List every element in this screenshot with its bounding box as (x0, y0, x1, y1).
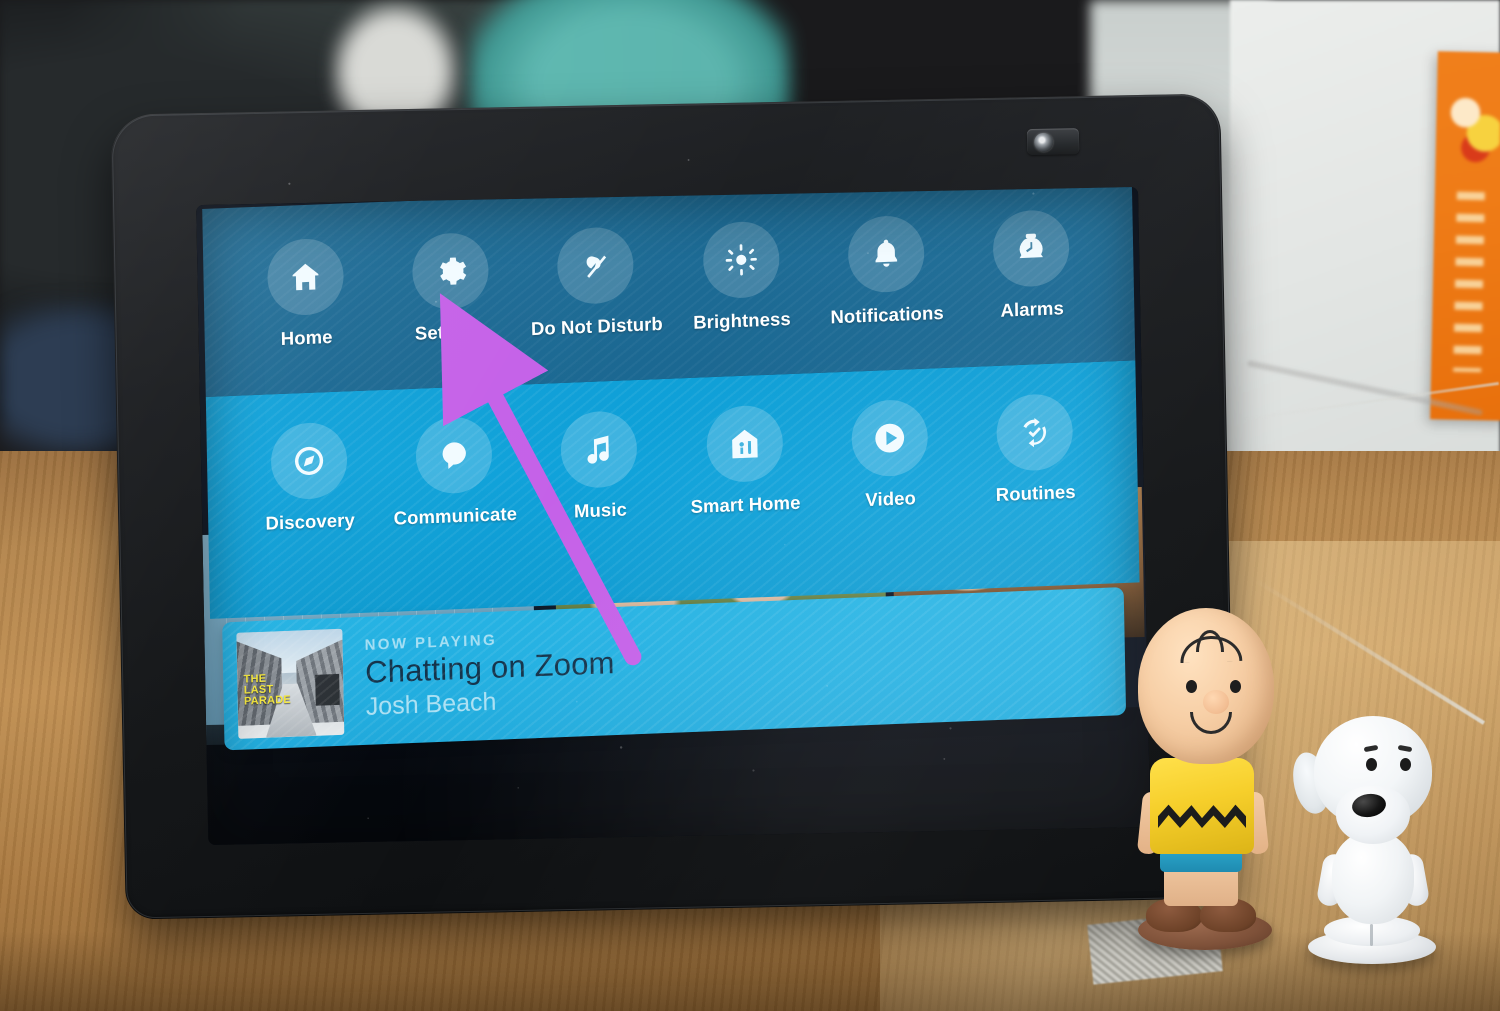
routines-refresh-check-icon (1023, 418, 1046, 448)
tile-do-not-disturb[interactable]: Do Not Disturb (529, 225, 663, 340)
quick-settings-overlay: Home Settings Do Not Disturb Brightness … (202, 187, 1142, 771)
figurine-smile (1190, 712, 1232, 734)
figurine-eye-left (1186, 680, 1197, 693)
tile-brightness[interactable]: Brightness (674, 219, 808, 334)
tile-smart-home[interactable]: Smart Home (678, 403, 812, 518)
routines-refresh-check-icon-bubble (995, 392, 1074, 472)
smart-display-device: Home Settings Do Not Disturb Brightness … (110, 93, 1236, 920)
snoopy-brow-right (1397, 744, 1413, 753)
snoopy-brow-left (1363, 744, 1379, 753)
charlie-brown-figurine (1128, 600, 1308, 950)
tile-label: Smart Home (690, 491, 801, 517)
speech-bubble-icon-bubble (415, 415, 493, 495)
figurine-hair-curl-2 (1196, 630, 1224, 652)
tile-label: Alarms (1000, 297, 1065, 321)
tile-video[interactable]: Video (823, 398, 957, 513)
music-note-icon (587, 435, 610, 464)
tile-music[interactable]: Music (533, 409, 667, 524)
tile-label: Routines (995, 480, 1076, 505)
tile-label: Video (865, 487, 917, 511)
album-art: THE LAST PARADE (236, 628, 345, 739)
device-screen[interactable]: Home Settings Do Not Disturb Brightness … (196, 187, 1151, 845)
snoopy-figurine (1287, 716, 1444, 964)
gear-icon (440, 257, 467, 285)
play-circle-icon (875, 423, 904, 453)
snoopy-body (1332, 832, 1414, 924)
home-icon (292, 263, 319, 291)
tile-label: Notifications (830, 301, 944, 328)
photograph-scene: Home Settings Do Not Disturb Brightness … (0, 0, 1500, 1011)
speech-bubble-icon (442, 442, 467, 469)
tile-label: Discovery (265, 509, 356, 534)
figurine-shirt (1150, 758, 1254, 854)
figurine-nose (1203, 690, 1229, 714)
brightness-icon-bubble (702, 220, 780, 300)
snoopy-eye-right (1400, 758, 1411, 771)
tile-home[interactable]: Home (239, 236, 373, 351)
compass-icon (295, 446, 324, 476)
album-art-shopfront (315, 673, 340, 707)
play-circle-icon-bubble (850, 398, 929, 478)
snoopy-feet-divider (1370, 924, 1373, 946)
tile-label: Music (573, 498, 628, 522)
brightness-icon (725, 244, 757, 276)
bell-icon (875, 239, 897, 267)
tile-alarms[interactable]: Alarms (964, 208, 1098, 323)
figurine-eye-right (1230, 680, 1241, 693)
tile-routines[interactable]: Routines (968, 392, 1102, 507)
tile-label: Settings (414, 319, 489, 344)
tile-discovery[interactable]: Discovery (242, 420, 376, 535)
figurine-head (1138, 608, 1274, 764)
camera-module (1026, 128, 1080, 156)
camera-lens-icon (1033, 132, 1054, 152)
now-playing-text: NOW PLAYING Chatting on Zoom Josh Beach (364, 627, 615, 726)
music-note-icon-bubble (560, 410, 638, 490)
tile-settings[interactable]: Settings (384, 231, 518, 346)
album-art-title: THE LAST PARADE (243, 673, 291, 709)
tile-notifications[interactable]: Notifications (819, 214, 953, 329)
snoopy-eye-left (1366, 758, 1377, 771)
do-not-disturb-icon-bubble (557, 226, 635, 306)
smart-home-icon-bubble (705, 404, 784, 484)
orange-decorative-card (1430, 51, 1500, 421)
do-not-disturb-icon (586, 255, 607, 278)
blurred-white-object (330, 0, 460, 120)
compass-icon-bubble (270, 421, 348, 501)
alarm-clock-icon (1019, 233, 1043, 259)
tile-label: Brightness (692, 307, 791, 333)
gear-icon-bubble (411, 231, 490, 311)
alarm-clock-icon-bubble (992, 208, 1070, 288)
smart-home-icon (731, 429, 758, 459)
home-icon-bubble (266, 237, 345, 317)
tile-label: Home (280, 325, 333, 349)
tile-communicate[interactable]: Communicate (387, 415, 521, 530)
bell-icon-bubble (847, 214, 925, 294)
